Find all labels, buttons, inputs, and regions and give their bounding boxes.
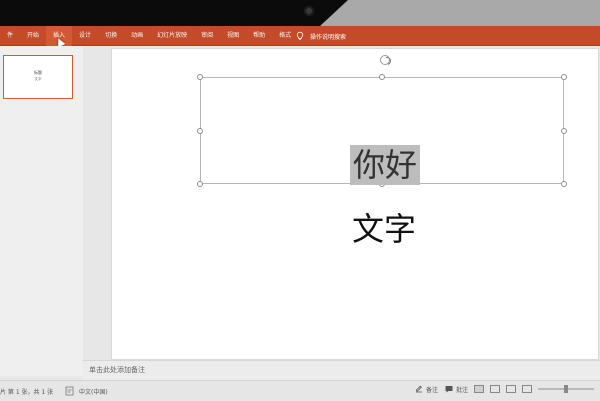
status-bar: 片 第 1 张，共 1 张 中文(中国) 备注 批注	[0, 380, 600, 401]
slide-canvas[interactable]: 你好 文字	[112, 49, 598, 359]
slide-sorter-icon[interactable]	[490, 385, 500, 393]
language-label: 中文(中国)	[79, 389, 108, 396]
proofing-icon	[65, 386, 74, 396]
comments-label: 批注	[455, 386, 468, 394]
resize-handle-top-right[interactable]	[561, 74, 567, 80]
resize-handle-left[interactable]	[197, 128, 203, 134]
tab-design[interactable]: 设计	[72, 26, 98, 46]
thumbnail-title: 标题	[34, 70, 42, 75]
top-grey-area	[320, 0, 600, 26]
reading-view-icon[interactable]	[506, 385, 516, 393]
camera-icon	[304, 6, 314, 16]
slide-thumbnail-pane: 标题 文字	[0, 46, 84, 376]
tab-slideshow[interactable]: 幻灯片放映	[150, 26, 194, 46]
notes-label: 备注	[425, 386, 438, 394]
notes-icon	[415, 385, 422, 393]
ribbon-tab-bar: 件 开始 插入 设计 切换 动画 幻灯片放映 审阅 视图 帮助 格式 操作说明搜…	[0, 26, 600, 46]
tab-help[interactable]: 帮助	[246, 26, 272, 46]
help-search-label: 操作说明搜索	[310, 33, 347, 41]
resize-handle-top-left[interactable]	[197, 74, 203, 80]
comments-icon	[445, 386, 453, 393]
comments-toggle[interactable]: 批注	[444, 384, 468, 394]
resize-handle-bottom-right[interactable]	[561, 181, 567, 187]
resize-handle-top[interactable]	[379, 74, 385, 80]
zoom-thumb[interactable]	[564, 385, 568, 393]
slideshow-icon[interactable]	[522, 385, 532, 393]
language-indicator[interactable]: 中文(中国)	[65, 386, 108, 396]
notes-placeholder: 单击此处添加备注	[89, 366, 145, 374]
slide-body-text[interactable]: 文字	[352, 209, 416, 249]
resize-handle-bottom-left[interactable]	[197, 181, 203, 187]
tab-view[interactable]: 视图	[220, 26, 246, 46]
rotate-icon[interactable]	[380, 55, 393, 67]
zoom-slider[interactable]	[538, 385, 594, 393]
slide-count: 片 第 1 张，共 1 张	[0, 389, 54, 396]
slide-thumbnail-1[interactable]: 标题 文字	[3, 55, 73, 99]
notes-toggle[interactable]: 备注	[414, 384, 438, 394]
thumbnail-subtitle: 文字	[34, 77, 42, 81]
normal-view-icon[interactable]	[474, 385, 484, 393]
tab-review[interactable]: 审阅	[194, 26, 220, 46]
notes-pane[interactable]: 单击此处添加备注	[83, 360, 600, 380]
slide-canvas-area: 你好 文字	[83, 46, 600, 360]
powerpoint-window: 件 开始 插入 设计 切换 动画 幻灯片放映 审阅 视图 帮助 格式 操作说明搜…	[0, 0, 600, 401]
rotate-arrow-icon	[381, 55, 393, 67]
tab-animations[interactable]: 动画	[124, 26, 150, 46]
tab-file[interactable]: 件	[0, 26, 20, 46]
selected-text[interactable]: 你好	[350, 145, 421, 185]
help-search[interactable]: 操作说明搜索	[295, 26, 346, 46]
ribbon-tabs: 件 开始 插入 设计 切换 动画 幻灯片放映 审阅 视图 帮助 格式	[0, 26, 298, 46]
view-switcher	[474, 385, 532, 393]
status-left: 片 第 1 张，共 1 张 中文(中国)	[0, 386, 108, 396]
resize-handle-right[interactable]	[561, 128, 567, 134]
status-right: 备注 批注	[414, 384, 594, 394]
tab-home[interactable]: 开始	[20, 26, 46, 46]
lightbulb-icon	[296, 31, 304, 40]
tab-transitions[interactable]: 切换	[98, 26, 124, 46]
